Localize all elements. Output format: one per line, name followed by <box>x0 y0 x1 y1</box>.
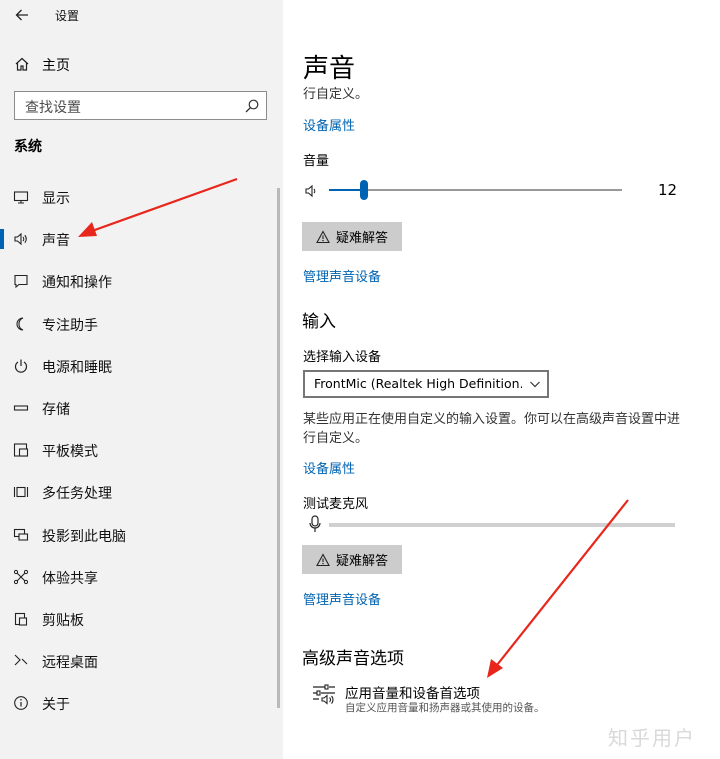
output-device-properties-link[interactable]: 设备属性 <box>303 115 355 134</box>
search-input[interactable]: 查找设置 <box>14 91 267 120</box>
sidebar-scrollbar[interactable] <box>277 188 280 708</box>
input-device-properties-link[interactable]: 设备属性 <box>303 458 355 477</box>
remote-icon <box>14 654 28 666</box>
home-icon <box>15 57 29 71</box>
watermark: 知乎用户 <box>608 726 696 750</box>
volume-slider-fill <box>329 189 365 191</box>
manage-sound-devices-link[interactable]: 管理声音设备 <box>303 266 381 285</box>
sidebar-nav: 显示 声音 通知和操作 专注助手 电源和睡眠 存储 平板模式 多任务处理 投影到… <box>0 176 283 724</box>
test-mic-label: 测试麦克风 <box>303 497 369 512</box>
advanced-heading: 高级声音选项 <box>302 649 404 669</box>
sidebar-item-label: 平板模式 <box>42 444 98 461</box>
sidebar-home-label: 主页 <box>42 58 70 74</box>
app-volume-icon <box>313 684 335 705</box>
troubleshoot-label: 疑难解答 <box>335 231 388 246</box>
volume-icon[interactable] <box>304 183 320 199</box>
sidebar-item-label: 声音 <box>42 233 70 250</box>
sidebar-item-label: 剪贴板 <box>42 612 84 629</box>
input-device-label: 选择输入设备 <box>303 350 382 365</box>
sidebar-item-display[interactable]: 显示 <box>0 176 283 218</box>
warning-icon <box>316 552 330 566</box>
storage-icon <box>13 405 29 411</box>
sidebar-home[interactable]: 主页 <box>0 50 283 78</box>
sidebar-item-power[interactable]: 电源和睡眠 <box>0 345 283 387</box>
moon-icon <box>16 317 24 331</box>
mic-level-bar <box>329 523 675 527</box>
sidebar-item-label: 专注助手 <box>42 317 98 334</box>
main-panel: 声音 行自定义。 设备属性 音量 12 疑难解答 管理声音设备 输入 选择输入设… <box>283 0 720 759</box>
sidebar-item-storage[interactable]: 存储 <box>0 387 283 429</box>
sidebar-item-label: 电源和睡眠 <box>42 359 112 376</box>
troubleshoot-label: 疑难解答 <box>335 554 388 569</box>
volume-value: 12 <box>658 181 678 199</box>
share-icon <box>13 569 29 584</box>
app-title: 设置 <box>55 9 80 23</box>
input-description-line2: 行自定义。 <box>303 431 369 446</box>
sidebar-item-label: 投影到此电脑 <box>42 528 126 545</box>
input-device-selected: FrontMic (Realtek High Definition... <box>314 376 522 391</box>
sidebar-item-focus-assist[interactable]: 专注助手 <box>0 303 283 345</box>
volume-slider-thumb[interactable] <box>360 180 369 200</box>
sidebar-item-multitasking[interactable]: 多任务处理 <box>0 471 283 513</box>
input-description-line1: 某些应用正在使用自定义的输入设置。你可以在高级声音设置中进 <box>303 412 681 427</box>
sidebar: 设置 主页 查找设置 系统 显示 声音 通知和操作 专注助手 电源和睡眠 存储 … <box>0 0 283 759</box>
page-title: 声音 <box>303 54 356 84</box>
volume-slider[interactable] <box>329 180 622 200</box>
title-bar: 设置 <box>0 0 283 30</box>
project-icon <box>13 528 29 541</box>
back-arrow-icon <box>15 9 28 21</box>
chevron-down-icon <box>530 381 540 388</box>
sidebar-item-about[interactable]: 关于 <box>0 682 283 724</box>
multitask-icon <box>13 487 29 498</box>
input-heading: 输入 <box>302 312 336 332</box>
clipboard-icon <box>14 612 28 626</box>
sidebar-item-label: 多任务处理 <box>42 486 112 503</box>
sidebar-item-label: 存储 <box>42 401 70 418</box>
manage-sound-devices-link-input[interactable]: 管理声音设备 <box>303 589 381 608</box>
tablet-icon <box>13 443 29 457</box>
section-title: 系统 <box>14 139 42 155</box>
sidebar-item-sound[interactable]: 声音 <box>0 218 283 260</box>
app-volume-preferences-link[interactable]: 应用音量和设备首选项 <box>345 682 480 702</box>
sidebar-item-tablet-mode[interactable]: 平板模式 <box>0 429 283 471</box>
volume-label: 音量 <box>303 154 330 169</box>
back-button[interactable] <box>12 5 32 25</box>
microphone-icon <box>309 515 321 532</box>
display-icon <box>13 191 29 204</box>
search-icon <box>245 99 259 113</box>
sidebar-item-label: 通知和操作 <box>42 275 112 292</box>
sidebar-item-label: 关于 <box>42 697 70 714</box>
search-placeholder: 查找设置 <box>25 100 81 116</box>
sidebar-item-clipboard[interactable]: 剪贴板 <box>0 598 283 640</box>
warning-icon <box>316 229 330 243</box>
sidebar-item-notifications[interactable]: 通知和操作 <box>0 260 283 302</box>
sidebar-item-project[interactable]: 投影到此电脑 <box>0 514 283 556</box>
power-icon <box>14 359 28 373</box>
speaker-icon <box>14 232 27 246</box>
app-volume-preferences-description: 自定义应用音量和扬声器或其使用的设备。 <box>345 702 545 714</box>
info-icon <box>14 696 28 711</box>
notification-icon <box>14 275 28 289</box>
troubleshoot-button-input[interactable]: 疑难解答 <box>302 545 402 574</box>
output-description: 行自定义。 <box>303 87 369 102</box>
sidebar-item-shared-experiences[interactable]: 体验共享 <box>0 556 283 598</box>
sidebar-item-label: 体验共享 <box>42 570 98 587</box>
sidebar-item-label: 显示 <box>42 191 70 207</box>
input-device-select[interactable]: FrontMic (Realtek High Definition... <box>303 370 549 398</box>
sidebar-item-remote-desktop[interactable]: 远程桌面 <box>0 640 283 682</box>
active-indicator <box>0 229 4 250</box>
sidebar-item-label: 远程桌面 <box>42 655 98 672</box>
troubleshoot-button[interactable]: 疑难解答 <box>302 222 402 251</box>
